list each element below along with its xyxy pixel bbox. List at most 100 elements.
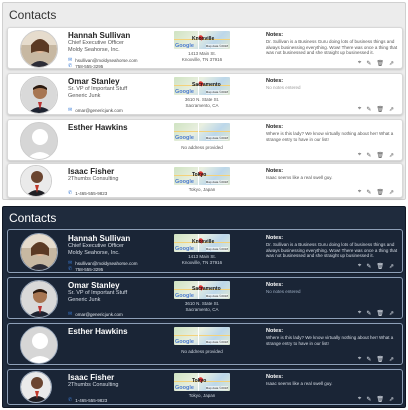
location-map[interactable]: Knoxville Google Map data ©2018 bbox=[174, 31, 230, 49]
location-map[interactable]: Sacramento Google Map data ©2018 bbox=[174, 281, 230, 299]
map-icon[interactable]: ⌖ bbox=[358, 189, 361, 196]
contact-card-esther-hawkins[interactable]: Esther Hawkins Google Map data ©2018 No a… bbox=[7, 119, 403, 161]
address-line-1: No address provided bbox=[181, 349, 223, 354]
contact-phone[interactable]: ✆ 758-555-3295 bbox=[68, 266, 103, 272]
email-text: hsullivan@moldyseahorse.com bbox=[75, 57, 138, 63]
map-attribution: Map data ©2018 bbox=[205, 44, 228, 48]
contact-card-omar-stanley[interactable]: Omar Stanley Sr. VP of Important Stuff G… bbox=[7, 277, 403, 319]
google-logo: Google bbox=[175, 246, 194, 252]
phone-icon: ✆ bbox=[68, 397, 73, 403]
notes: Notes: Dr. Sullivan is a Business Guru do… bbox=[266, 32, 398, 56]
notes-text: Dr. Sullivan is a Business Guru doing lo… bbox=[266, 39, 398, 55]
trash-icon[interactable]: 🗑 bbox=[376, 60, 384, 67]
contact-phone[interactable]: ✆ 1-465-555-9823 bbox=[68, 397, 107, 403]
google-logo: Google bbox=[175, 89, 194, 95]
trash-icon[interactable]: 🗑 bbox=[376, 152, 384, 159]
email-text: hsullivan@moldyseahorse.com bbox=[75, 260, 138, 266]
contact-email[interactable]: ✉ omar@genericjunk.com bbox=[68, 311, 123, 317]
email-text: omar@genericjunk.com bbox=[75, 311, 123, 317]
pencil-icon[interactable]: ✎ bbox=[366, 152, 371, 159]
map-icon[interactable]: ⌖ bbox=[358, 396, 361, 403]
notes-text: No notes entered bbox=[266, 289, 301, 294]
notes-label: Notes: bbox=[266, 328, 284, 334]
share-icon[interactable]: ⇗ bbox=[389, 356, 394, 363]
map-attribution: Map data ©2018 bbox=[205, 294, 228, 298]
map-icon[interactable]: ⌖ bbox=[358, 263, 361, 270]
map-city-label: Sacramento bbox=[192, 82, 221, 88]
trash-icon[interactable]: 🗑 bbox=[376, 356, 384, 363]
contact-card-isaac-fisher[interactable]: Isaac Fisher 2Thumbs Consulting ✆ 1-465-5… bbox=[7, 163, 403, 198]
notes: Notes: Isaac seems like a real swell guy. bbox=[266, 374, 398, 387]
contact-company: Moldy Seahorse, Inc. bbox=[68, 47, 120, 53]
map-attribution: Map data ©2018 bbox=[205, 247, 228, 251]
panel-title: Contacts bbox=[9, 8, 57, 22]
contact-phone[interactable]: ✆ 1-465-555-9823 bbox=[68, 190, 107, 196]
notes: Notes: Where is this lady? We know virtua… bbox=[266, 328, 398, 346]
notes-text: Dr. Sullivan is a Business Guru doing lo… bbox=[266, 242, 398, 258]
trash-icon[interactable]: 🗑 bbox=[376, 106, 384, 113]
contact-card-isaac-fisher[interactable]: Isaac Fisher 2Thumbs Consulting ✆ 1-465-5… bbox=[7, 369, 403, 405]
contact-title: 2Thumbs Consulting bbox=[68, 382, 119, 388]
contact-name: Isaac Fisher bbox=[68, 373, 115, 382]
location-map[interactable]: Tokyo Google Map data ©2018 bbox=[174, 167, 230, 185]
card-actions: ⌖ ✎ 🗑 ⇗ bbox=[358, 106, 394, 113]
map-icon[interactable]: ⌖ bbox=[358, 310, 361, 317]
location-map[interactable]: Knoxville Google Map data ©2018 bbox=[174, 234, 230, 252]
contacts-panel-dark: Contacts Hannah Sullivan Chief Executive… bbox=[2, 206, 406, 408]
email-icon: ✉ bbox=[68, 311, 73, 317]
contact-name: Isaac Fisher bbox=[68, 167, 115, 176]
share-icon[interactable]: ⇗ bbox=[389, 60, 394, 67]
location-map[interactable]: Google Map data ©2018 bbox=[174, 123, 230, 141]
map-icon[interactable]: ⌖ bbox=[358, 152, 361, 159]
notes-label: Notes: bbox=[266, 235, 284, 241]
address-line-2: Knoxville, TN 37916 bbox=[181, 260, 223, 265]
contact-name: Omar Stanley bbox=[68, 77, 120, 86]
share-icon[interactable]: ⇗ bbox=[389, 310, 394, 317]
address-line-2: Sacramento, CA bbox=[185, 103, 219, 108]
pencil-icon[interactable]: ✎ bbox=[366, 60, 371, 67]
pencil-icon[interactable]: ✎ bbox=[366, 396, 371, 403]
location-map[interactable]: Tokyo Google Map data ©2018 bbox=[174, 373, 230, 391]
contact-name: Hannah Sullivan bbox=[68, 234, 131, 243]
notes: Notes: Where is this lady? We know virtua… bbox=[266, 124, 398, 142]
email-icon: ✉ bbox=[68, 107, 73, 113]
map-icon[interactable]: ⌖ bbox=[358, 60, 361, 67]
pencil-icon[interactable]: ✎ bbox=[366, 189, 371, 196]
card-actions: ⌖ ✎ 🗑 ⇗ bbox=[358, 189, 394, 196]
share-icon[interactable]: ⇗ bbox=[389, 263, 394, 270]
location-map[interactable]: Sacramento Google Map data ©2018 bbox=[174, 77, 230, 95]
share-icon[interactable]: ⇗ bbox=[389, 189, 394, 196]
map-attribution: Map data ©2018 bbox=[205, 386, 228, 390]
pencil-icon[interactable]: ✎ bbox=[366, 356, 371, 363]
map-icon[interactable]: ⌖ bbox=[358, 356, 361, 363]
contact-name: Esther Hawkins bbox=[68, 123, 128, 132]
google-logo: Google bbox=[175, 135, 194, 141]
share-icon[interactable]: ⇗ bbox=[389, 152, 394, 159]
share-icon[interactable]: ⇗ bbox=[389, 106, 394, 113]
contact-card-hannah-sullivan[interactable]: Hannah Sullivan Chief Executive Officer … bbox=[7, 229, 403, 273]
trash-icon[interactable]: 🗑 bbox=[376, 310, 384, 317]
map-icon[interactable]: ⌖ bbox=[358, 106, 361, 113]
pencil-icon[interactable]: ✎ bbox=[366, 106, 371, 113]
share-icon[interactable]: ⇗ bbox=[389, 396, 394, 403]
contact-card-omar-stanley[interactable]: Omar Stanley Sr. VP of Important Stuff G… bbox=[7, 73, 403, 115]
contact-email[interactable]: ✉ omar@genericjunk.com bbox=[68, 107, 123, 113]
location-map[interactable]: Google Map data ©2018 bbox=[174, 327, 230, 345]
pencil-icon[interactable]: ✎ bbox=[366, 310, 371, 317]
trash-icon[interactable]: 🗑 bbox=[376, 263, 384, 270]
card-actions: ⌖ ✎ 🗑 ⇗ bbox=[358, 356, 394, 363]
pencil-icon[interactable]: ✎ bbox=[366, 263, 371, 270]
contact-phone[interactable]: ✆ 758-555-3295 bbox=[68, 63, 103, 69]
google-logo: Google bbox=[175, 179, 194, 185]
phone-icon: ✆ bbox=[68, 190, 73, 196]
contact-card-hannah-sullivan[interactable]: Hannah Sullivan Chief Executive Officer … bbox=[7, 27, 403, 69]
phone-icon: ✆ bbox=[68, 266, 73, 272]
contact-name: Omar Stanley bbox=[68, 281, 120, 290]
map-attribution: Map data ©2018 bbox=[205, 136, 228, 140]
contact-card-esther-hawkins[interactable]: Esther Hawkins Google Map data ©2018 No a… bbox=[7, 323, 403, 365]
trash-icon[interactable]: 🗑 bbox=[376, 396, 384, 403]
contact-title: Chief Executive Officer bbox=[68, 243, 124, 249]
avatar bbox=[20, 371, 52, 403]
trash-icon[interactable]: 🗑 bbox=[376, 189, 384, 196]
notes-label: Notes: bbox=[266, 282, 284, 288]
